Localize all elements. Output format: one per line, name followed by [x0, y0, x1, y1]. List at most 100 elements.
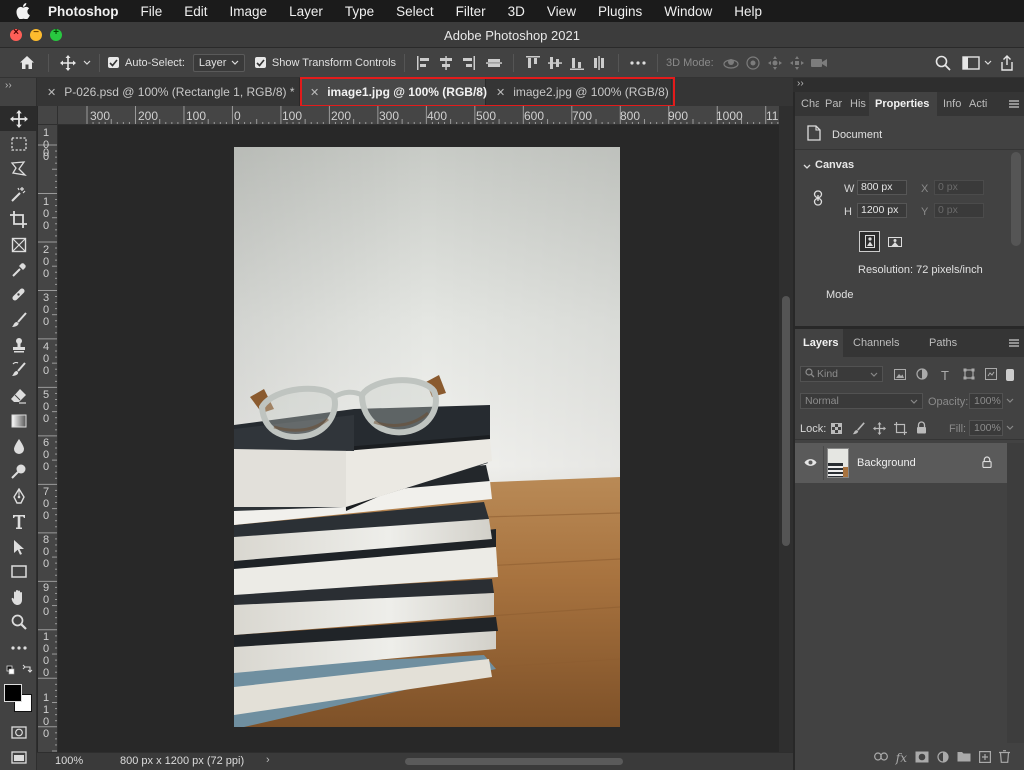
new-layer-icon[interactable]	[979, 750, 992, 766]
align-bottom-icon[interactable]	[566, 52, 588, 74]
lock-position-icon[interactable]	[873, 422, 886, 438]
menu-layer[interactable]: Layer	[289, 4, 323, 19]
filter-pixel-icon[interactable]	[894, 369, 906, 383]
canvas-area[interactable]	[59, 126, 778, 752]
menu-help[interactable]: Help	[734, 4, 762, 19]
blend-mode-dropdown[interactable]: Normal	[800, 393, 923, 409]
home-icon[interactable]	[16, 52, 38, 74]
foreground-color-swatch[interactable]	[4, 684, 22, 703]
close-tab-icon[interactable]: ✕	[310, 86, 319, 99]
fill-input[interactable]: 100%	[969, 420, 1003, 436]
layer-filter-dropdown[interactable]: Kind	[800, 366, 883, 382]
filter-adjustment-icon[interactable]	[916, 368, 928, 383]
magic-wand-tool-icon[interactable]	[0, 182, 37, 207]
tab-actions[interactable]: Acti	[963, 92, 989, 116]
filter-shape-icon[interactable]	[963, 368, 975, 383]
type-tool-icon[interactable]	[0, 509, 37, 534]
menu-type[interactable]: Type	[345, 4, 374, 19]
edit-toolbar-icon[interactable]	[0, 635, 37, 660]
chevron-down-icon[interactable]	[83, 57, 91, 69]
menu-filter[interactable]: Filter	[456, 4, 486, 19]
screen-mode-icon[interactable]	[0, 745, 37, 770]
lock-icon[interactable]	[982, 456, 992, 471]
new-group-icon[interactable]	[957, 751, 971, 765]
link-layers-icon[interactable]	[873, 752, 888, 764]
rectangle-tool-icon[interactable]	[0, 559, 37, 584]
portrait-orientation-button[interactable]	[859, 231, 880, 252]
canvas-vertical-scrollbar[interactable]	[779, 106, 793, 752]
y-input[interactable]: 0 px	[934, 203, 984, 218]
clone-stamp-tool-icon[interactable]	[0, 333, 37, 358]
close-tab-icon[interactable]: ✕	[47, 86, 56, 99]
menu-window[interactable]: Window	[664, 4, 712, 19]
menu-file[interactable]: File	[141, 4, 163, 19]
menu-photoshop[interactable]: Photoshop	[48, 4, 119, 19]
panels-collapse-toggle[interactable]: ››	[797, 78, 804, 89]
width-input[interactable]: 800 px	[857, 180, 907, 195]
show-transform-controls-checkbox[interactable]	[254, 57, 266, 68]
tools-collapse-toggle[interactable]: ››	[0, 78, 36, 106]
hand-tool-icon[interactable]	[0, 585, 37, 610]
distribute-vertical-icon[interactable]	[483, 52, 505, 74]
delete-layer-icon[interactable]	[999, 750, 1010, 766]
3d-orbit-icon[interactable]	[720, 52, 742, 74]
layer-name[interactable]: Background	[857, 457, 916, 469]
panel-menu-icon[interactable]	[1009, 92, 1024, 116]
move-tool-preset-icon[interactable]	[57, 52, 79, 74]
tab-channels[interactable]: Channels	[843, 329, 919, 357]
new-adjustment-layer-icon[interactable]	[937, 750, 949, 766]
frame-tool-icon[interactable]	[0, 232, 37, 257]
tab-p026-psd[interactable]: ✕ P-026.psd @ 100% (Rectangle 1, RGB/8) …	[37, 78, 300, 106]
tab-info[interactable]: Info	[937, 92, 963, 116]
eraser-tool-icon[interactable]	[0, 383, 37, 408]
tab-layers[interactable]: Layers	[795, 329, 843, 357]
workspace-icon[interactable]	[960, 52, 982, 74]
layer-row-background[interactable]: Background	[795, 443, 1007, 483]
move-tool-icon[interactable]	[0, 106, 37, 132]
3d-pan-icon[interactable]	[764, 52, 786, 74]
marquee-tool-icon[interactable]	[0, 131, 37, 156]
more-options-icon[interactable]	[627, 52, 649, 74]
tab-image2-jpg[interactable]: ✕ image2.jpg @ 100% (RGB/8)	[486, 78, 672, 106]
tab-paths[interactable]: Paths	[919, 329, 959, 357]
share-icon[interactable]	[996, 52, 1018, 74]
horizontal-ruler[interactable]: 300 200 100 0 100 200 300 400 500 600 70…	[58, 106, 779, 125]
swap-colors-icon[interactable]	[0, 660, 37, 682]
filter-toggle-switch[interactable]	[1006, 369, 1014, 381]
canvas-horizontal-scrollbar[interactable]	[405, 758, 623, 765]
lock-all-icon[interactable]	[916, 421, 927, 437]
crop-tool-icon[interactable]	[0, 207, 37, 232]
tab-history[interactable]: His	[844, 92, 869, 116]
x-input[interactable]: 0 px	[934, 180, 984, 195]
panel-menu-icon[interactable]	[1009, 329, 1024, 357]
menu-3d[interactable]: 3D	[508, 4, 525, 19]
align-middle-vertical-icon[interactable]	[544, 52, 566, 74]
chevron-down-icon[interactable]	[1006, 395, 1014, 407]
history-brush-tool-icon[interactable]	[0, 358, 37, 383]
align-top-icon[interactable]	[522, 52, 544, 74]
auto-select-checkbox[interactable]	[108, 57, 119, 68]
close-tab-icon[interactable]: ✕	[496, 86, 505, 99]
3d-camera-icon[interactable]	[808, 52, 830, 74]
apple-icon[interactable]	[16, 3, 34, 19]
lock-artboard-icon[interactable]	[894, 422, 907, 438]
blur-tool-icon[interactable]	[0, 433, 37, 458]
menu-plugins[interactable]: Plugins	[598, 4, 642, 19]
landscape-orientation-button[interactable]	[884, 231, 905, 252]
menu-select[interactable]: Select	[396, 4, 434, 19]
menu-image[interactable]: Image	[230, 4, 268, 19]
align-left-icon[interactable]	[413, 52, 435, 74]
lock-image-icon[interactable]	[852, 422, 865, 438]
tab-image1-jpg[interactable]: ✕ image1.jpg @ 100% (RGB/8)	[300, 78, 487, 106]
menu-view[interactable]: View	[547, 4, 576, 19]
color-swatches[interactable]	[0, 682, 36, 716]
auto-select-dropdown[interactable]: Layer	[192, 53, 245, 72]
pen-tool-icon[interactable]	[0, 484, 37, 509]
scrollbar-thumb[interactable]	[782, 296, 790, 546]
dodge-tool-icon[interactable]	[0, 459, 37, 484]
chevron-down-icon[interactable]	[803, 161, 811, 173]
lock-transparent-icon[interactable]	[831, 423, 842, 437]
search-icon[interactable]	[932, 52, 954, 74]
ruler-origin[interactable]	[38, 106, 58, 125]
quick-mask-icon[interactable]	[0, 720, 37, 745]
